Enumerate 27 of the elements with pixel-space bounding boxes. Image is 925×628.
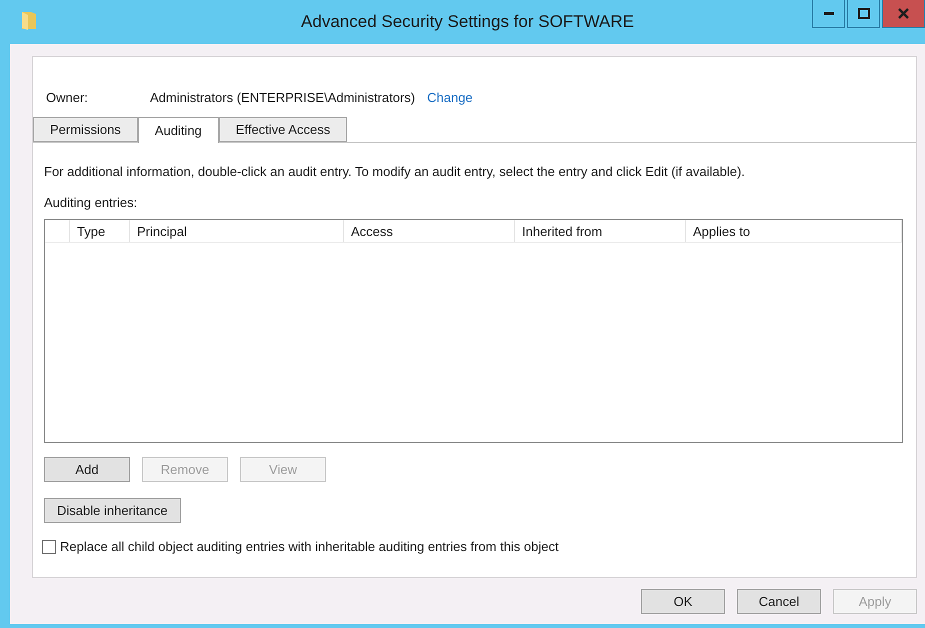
entry-button[interactable]: Add: [44, 457, 130, 482]
dialog-button[interactable]: OK: [641, 589, 725, 614]
close-icon: [898, 8, 909, 19]
dialog-button[interactable]: Cancel: [737, 589, 821, 614]
maximize-button[interactable]: [847, 0, 880, 28]
checkbox-label: Replace all child object auditing entries with inheritable auditing entries from this object: [60, 539, 559, 554]
tab[interactable]: Permissions: [33, 117, 138, 142]
checkbox[interactable]: [42, 540, 56, 554]
maximize-icon: [858, 8, 870, 19]
minimize-button[interactable]: [812, 0, 845, 28]
entries-label: Auditing entries:: [44, 195, 138, 210]
close-button[interactable]: [882, 0, 925, 28]
owner-label: Owner:: [46, 90, 89, 104]
column-header[interactable]: Type: [70, 220, 130, 242]
window-title: Advanced Security Settings for SOFTWARE: [301, 12, 634, 32]
owner-value: Administrators (ENTERPRISE\Administrators): [150, 90, 416, 104]
column-header[interactable]: Access: [344, 220, 515, 242]
change-link[interactable]: Change: [427, 90, 473, 104]
column-header[interactable]: Applies to: [686, 220, 902, 242]
column-header[interactable]: Principal: [130, 220, 344, 242]
column-header[interactable]: Inherited from: [515, 220, 686, 242]
minimize-icon: [824, 12, 834, 15]
description-text: For additional information, double-click an audit entry. To modify an audit entry, select the entry and click Edit (if available).: [44, 164, 746, 179]
disable-inheritance-button[interactable]: Disable inheritance: [44, 498, 181, 523]
folder-icon: [21, 10, 37, 30]
tab[interactable]: Effective Access: [218, 117, 348, 142]
tab[interactable]: Auditing: [138, 117, 219, 143]
